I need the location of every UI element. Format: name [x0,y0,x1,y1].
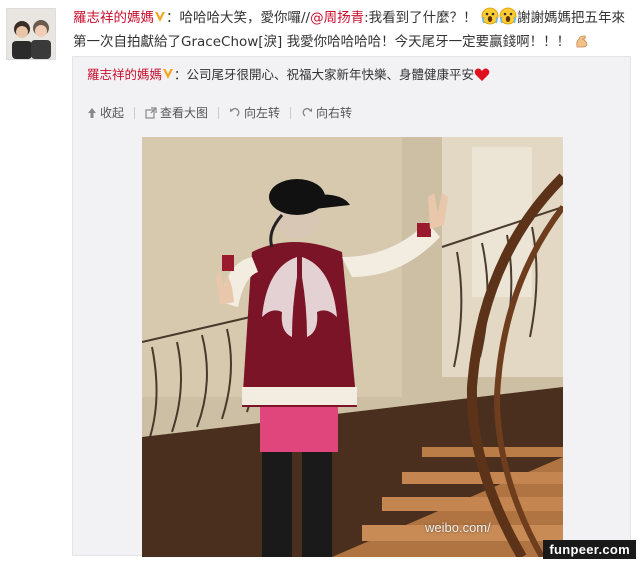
rotate-left-icon [230,107,240,117]
rotate-right-button[interactable]: 向右转 [301,107,362,119]
post-text-part3: 謝謝媽媽把五年來 [516,10,625,26]
collapse-button[interactable]: 收起 [87,107,136,119]
repost-body: ：公司尾牙很開心、祝福大家新年快樂、身體健康平安 [174,67,475,82]
image-toolbar: 收起 查看大图 向左转 向右转 [87,107,372,119]
repost-text: 羅志祥的媽媽 ：公司尾牙很開心、祝福大家新年快樂、身體健康平安 [87,65,490,85]
repost-author-link[interactable]: 羅志祥的媽媽 [87,67,162,82]
post-text-line2: 第一次自拍獻給了GraceChow[淚] 我愛你哈哈哈哈！今天尾牙一定要赢錢啊！… [73,34,571,50]
rotate-right-icon [302,107,313,117]
view-large-button[interactable]: 查看大图 [145,107,220,119]
repost-box: 羅志祥的媽媽 ：公司尾牙很開心、祝福大家新年快樂、身體健康平安 收起 查看大图 向… [72,56,631,557]
muscle-emoji-icon [576,35,588,48]
v-badge-icon [163,69,174,79]
v-badge-icon [155,12,165,22]
view-large-icon [145,107,157,119]
mention-link[interactable]: @周扬青 [310,10,364,26]
rotate-left-button[interactable]: 向左转 [229,107,292,119]
scream-emoji-icon [481,7,499,25]
post-photo[interactable]: weibo.com/ [142,137,563,557]
scream-emoji-icon [499,7,517,25]
post-text-part1: 哈哈哈大笑，愛你囉// [179,10,311,26]
avatar[interactable] [6,8,56,60]
weibo-watermark: weibo.com/ [425,520,491,535]
post-text: 羅志祥的媽媽 ：哈哈哈大笑，愛你囉//@周扬青:我看到了什麼？！ 謝謝媽媽把五年來… [73,6,633,54]
heart-icon [474,68,490,81]
author-link[interactable]: 羅志祥的媽媽 [73,10,154,26]
collapse-arrow-icon [88,108,96,118]
avatar-image [7,9,55,59]
site-watermark: funpeer.com [543,540,636,559]
post-text-part2: :我看到了什麼？！ [364,10,477,26]
photo-illustration [142,137,563,557]
